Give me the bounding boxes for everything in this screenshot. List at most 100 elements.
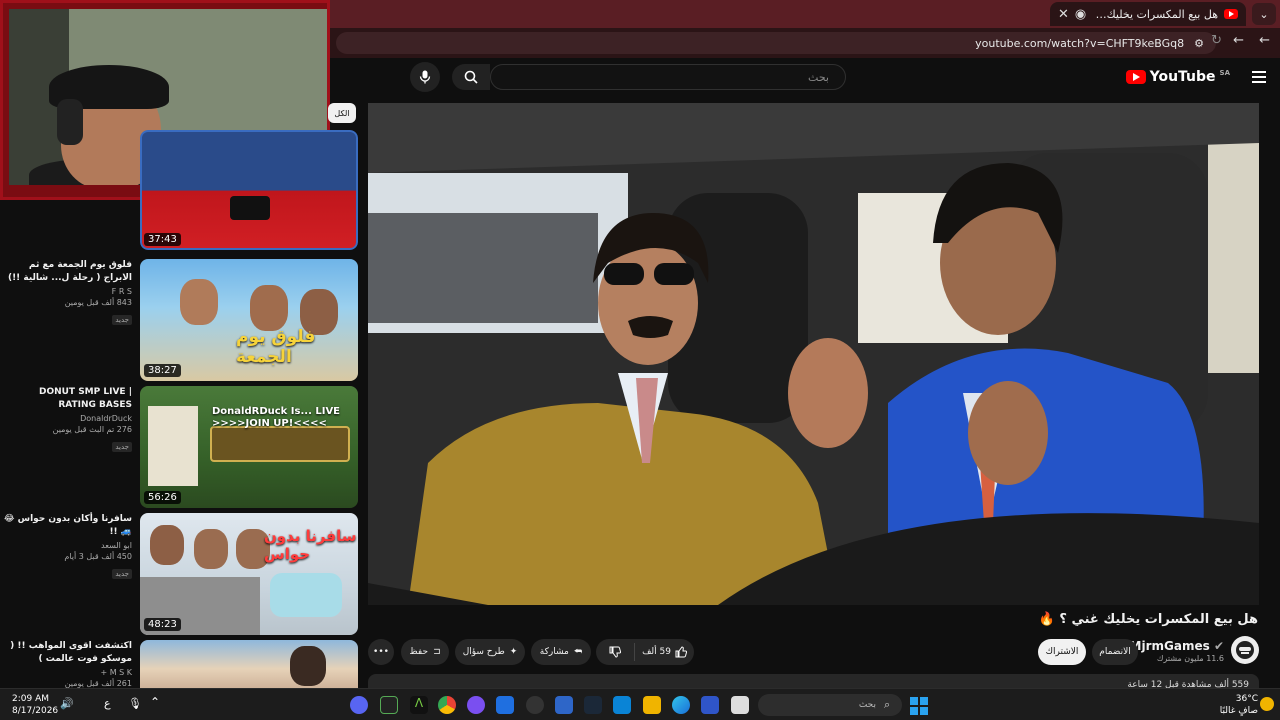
channel-name[interactable]: M S K + — [0, 668, 132, 677]
browser-tab-active[interactable]: هل بيع المكسرات يخليك غني ◉ ✕ — [1050, 2, 1246, 26]
like-button[interactable]: 59 ألف — [634, 643, 694, 661]
channel-avatar[interactable] — [1231, 636, 1259, 664]
voice-search-button[interactable] — [410, 62, 440, 92]
recommendation-thumbnail[interactable]: DonaldRDuck Is... LIVE >>>>JOIN UP!<<<< … — [140, 386, 358, 508]
video-frame — [368, 103, 1259, 605]
filter-chip-all[interactable]: الكل — [328, 103, 356, 123]
channel-name[interactable]: F R S — [0, 287, 132, 296]
video-title[interactable]: DONUT SMP LIVE | RATING BASES — [0, 386, 132, 412]
tab-search-chevron-icon[interactable]: ⌄ — [1252, 3, 1276, 25]
terminal-icon[interactable] — [380, 696, 398, 714]
recommendation-meta[interactable]: DONUT SMP LIVE | RATING BASES DonaldrDuc… — [0, 386, 136, 453]
bookmark-icon: ⊏ — [433, 647, 441, 657]
tune-icon[interactable]: ⚙ — [1194, 37, 1204, 50]
screen: + هل بيع المكسرات يخليك غني ◉ ✕ ⌄ youtub… — [0, 0, 1280, 720]
subscribe-button[interactable]: الاشتراك — [1038, 639, 1086, 665]
video-title[interactable]: فلوق يوم الجمعة مع ثم الابراج ( رحلة ل..… — [0, 259, 132, 285]
view-count: 450 ألف قبل 3 أيام — [64, 552, 132, 561]
file-explorer-icon[interactable] — [643, 696, 661, 714]
youtube-header: YouTube SA بحث — [330, 58, 1280, 98]
url-text: youtube.com/watch?v=CHFT9keBGq8 — [975, 36, 1185, 50]
thumbnail-caption: DonaldRDuck Is... LIVE >>>>JOIN UP!<<<< — [212, 406, 341, 429]
windows-taskbar: 2:09 AM 8/17/2026 🔊 ع 🎙 ⌃ Λ بحث ⌕ 36°C ص… — [0, 688, 1280, 720]
thumbnail-caption: فلوق يوم الجمعة — [236, 327, 316, 367]
like-dislike-group: 59 ألف — [596, 639, 694, 665]
like-count: 59 ألف — [642, 647, 671, 657]
youtube-favicon-icon — [1224, 9, 1238, 19]
windows-start-icon[interactable] — [910, 697, 928, 715]
app-icon-2[interactable] — [467, 696, 485, 714]
join-button[interactable]: الانضمام — [1092, 639, 1138, 665]
app-icon-5[interactable] — [701, 696, 719, 714]
channel-name[interactable]: ابو السعد — [0, 541, 132, 550]
youtube-play-icon — [1125, 70, 1146, 84]
video-title[interactable]: اكتشفت اقوى المواهب !! ( موسكو فوت عالمت… — [0, 640, 132, 666]
search-icon — [464, 70, 478, 84]
recommendation-thumbnail[interactable] — [140, 640, 358, 688]
youtube-logo[interactable]: YouTube SA — [1125, 69, 1230, 85]
dislike-button[interactable] — [596, 646, 634, 658]
edge-icon[interactable] — [672, 696, 690, 714]
clock[interactable]: 2:09 AM 8/17/2026 — [12, 693, 58, 717]
taskbar-search[interactable]: بحث — [758, 694, 902, 716]
share-icon: ⮪ — [573, 647, 583, 657]
task-view-icon[interactable] — [731, 696, 749, 714]
chrome-icon[interactable] — [438, 696, 456, 714]
headset-icon — [57, 99, 83, 145]
video-duration: 56:26 — [144, 491, 181, 504]
app-icon-3[interactable] — [526, 696, 544, 714]
speaker-icon[interactable]: ◉ — [1075, 7, 1086, 22]
channel-name[interactable]: DonaldrDuck — [0, 414, 132, 423]
video-title-main: هل بيع المكسرات يخليك غني ؟ 🔥 — [1038, 612, 1258, 627]
language-indicator[interactable]: ع — [104, 697, 111, 710]
more-actions-button[interactable]: ••• — [368, 639, 394, 665]
forward-icon[interactable]: ← — [1233, 33, 1244, 48]
tab-title: هل بيع المكسرات يخليك غني — [1092, 7, 1218, 21]
menu-icon[interactable] — [1252, 71, 1266, 83]
recommendation-meta[interactable]: سافرنا وأكان بدون حواس 😂 🚙 !! ابو السعد … — [0, 513, 136, 580]
ask-button[interactable]: ✦ طرح سؤال — [455, 639, 525, 665]
video-duration: 37:43 — [144, 233, 181, 246]
weather-widget[interactable]: 36°C صافٍ غالبًا — [1220, 693, 1258, 717]
view-count: 261 ألف قبل يومين — [64, 679, 132, 688]
weather-desc: صافٍ غالبًا — [1219, 706, 1258, 716]
app-icon[interactable]: Λ — [410, 696, 428, 714]
weather-temp: 36°C — [1235, 694, 1258, 704]
recommendation-thumbnail[interactable]: 37:43 — [140, 130, 358, 250]
thumbs-down-icon — [609, 646, 621, 658]
mail-icon[interactable] — [496, 696, 514, 714]
video-player[interactable] — [368, 103, 1259, 605]
channel-name-main[interactable]: ✔ MjrmGames — [1130, 639, 1224, 653]
discord-icon[interactable] — [350, 696, 368, 714]
clock-date: 8/17/2026 — [12, 706, 59, 716]
address-bar[interactable]: youtube.com/watch?v=CHFT9keBGq8 ⚙ — [336, 32, 1216, 54]
search-button[interactable] — [452, 64, 490, 90]
verified-icon: ✔ — [1209, 639, 1224, 653]
store-icon[interactable] — [555, 696, 573, 714]
video-title[interactable]: سافرنا وأكان بدون حواس 😂 🚙 !! — [0, 513, 132, 539]
recommendation-meta[interactable]: فلوق يوم الجمعة مع ثم الابراج ( رحلة ل..… — [0, 259, 136, 326]
search-input[interactable]: بحث — [490, 64, 846, 90]
back-icon[interactable]: ← — [1259, 33, 1270, 48]
app-icon-4[interactable] — [613, 696, 631, 714]
new-badge: جديد — [112, 315, 132, 325]
subscriber-count: 11.6 مليون مشترك — [1156, 654, 1224, 663]
recommendation-meta[interactable]: اكتشفت اقوى المواهب !! ( موسكو فوت عالمت… — [0, 640, 136, 688]
more-icon: ••• — [373, 647, 389, 657]
microphone-icon — [419, 70, 431, 84]
steam-icon[interactable] — [584, 696, 602, 714]
volume-icon[interactable]: 🔊 — [60, 697, 74, 710]
recommendation-thumbnail[interactable]: فلوق يوم الجمعة 38:27 — [140, 259, 358, 381]
video-duration: 38:27 — [144, 364, 181, 377]
thumbs-up-icon — [675, 646, 687, 658]
microphone-tray-icon[interactable]: 🎙 — [128, 697, 142, 710]
view-count: 276 تم البث قبل يومين — [52, 425, 132, 434]
taskbar-search-icon: ⌕ — [884, 698, 891, 711]
save-button[interactable]: ⊏ حفظ — [401, 639, 449, 665]
reload-icon[interactable]: ↻ — [1211, 33, 1222, 48]
share-button[interactable]: ⮪ مشاركة — [531, 639, 591, 665]
tray-chevron-icon[interactable]: ⌃ — [150, 695, 160, 709]
close-tab-icon[interactable]: ✕ — [1058, 7, 1069, 22]
recommendation-thumbnail[interactable]: سافرنا بدون حواس 48:23 — [140, 513, 358, 635]
clock-time: 2:09 AM — [12, 694, 49, 704]
